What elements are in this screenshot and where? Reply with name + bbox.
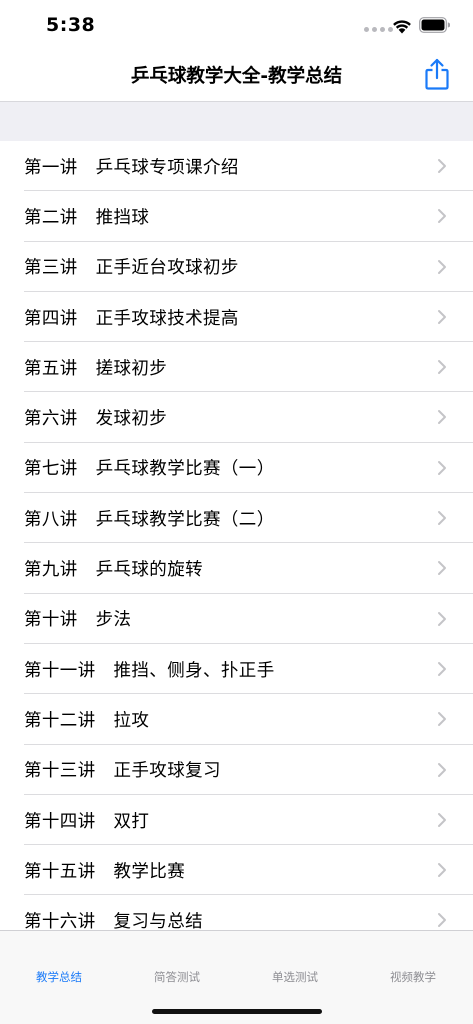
list-item-label: 第七讲 乒乓球教学比赛（一） [24,459,275,480]
chevron-right-icon [438,561,446,576]
chevron-right-icon [438,410,446,425]
chevron-right-icon [438,209,446,224]
list-item[interactable]: 第十五讲 教学比赛 [0,845,473,896]
list-item[interactable]: 第三讲 正手近台攻球初步 [0,242,473,293]
list-item-label: 第九讲 乒乓球的旋转 [24,560,203,581]
list-item-label: 第五讲 搓球初步 [24,358,168,379]
list-item[interactable]: 第十四讲 双打 [0,795,473,846]
list-item-label: 第十五讲 教学比赛 [24,861,186,882]
chevron-right-icon [438,360,446,375]
list-item-label: 第十讲 步法 [24,610,132,631]
wifi-icon [393,20,411,34]
list-item-label: 第三讲 正手近台攻球初步 [24,258,239,279]
list-item-label: 第一讲 乒乓球专项课介绍 [24,157,239,178]
share-icon[interactable] [423,56,451,92]
list-item-label: 第四讲 正手攻球技术提高 [24,308,239,329]
chevron-right-icon [438,762,446,777]
chevron-right-icon [438,159,446,173]
app-screen: 5:38 乒乓球教学大全-教学总结 第一讲 乒乓球专项课介绍 第二讲 推挡球第三讲… [0,0,473,1024]
list-item-label: 第十二讲 拉攻 [24,710,150,731]
chevron-right-icon [438,309,446,324]
status-bar: 5:38 [0,0,473,52]
list-item[interactable]: 第一讲 乒乓球专项课介绍 [0,141,473,192]
chevron-right-icon [438,611,446,626]
list-item-label: 第二讲 推挡球 [24,207,150,228]
list-item-label: 第十三讲 正手攻球复习 [24,761,221,782]
lesson-list: 第一讲 乒乓球专项课介绍 第二讲 推挡球第三讲 正手近台攻球初步 第四讲 正手攻球技… [0,141,473,930]
tab-summary[interactable]: 教学总结 [0,969,118,985]
list-item[interactable]: 第六讲 发球初步 [0,392,473,444]
chevron-right-icon [438,812,446,827]
list-item[interactable]: 第二讲 推挡球 [0,191,473,242]
list-item-label: 第八讲 乒乓球教学比赛（二） [24,509,275,530]
chevron-right-icon [438,913,446,928]
list-item[interactable]: 第十一讲 推挡、侧身、扑正手 [0,644,473,695]
list-item[interactable]: 第八讲 乒乓球教学比赛（二） [0,493,473,544]
list-item[interactable]: 第十六讲 复习与总结 [0,895,473,930]
list-item[interactable]: 第十讲 步法 [0,594,473,645]
navigation-bar: 乒乓球教学大全-教学总结 [0,52,473,102]
list-item[interactable]: 第九讲 乒乓球的旋转 [0,543,473,594]
section-header [0,101,473,141]
list-item-label: 第十四讲 双打 [24,811,150,832]
list-item[interactable]: 第四讲 正手攻球技术提高 [0,292,473,343]
cellular-signal-icon [364,27,393,32]
tab-short-answer-test[interactable]: 简答测试 [118,969,236,985]
list-item-label: 第六讲 发球初步 [24,409,168,430]
chevron-right-icon [438,511,446,526]
home-indicator [152,1009,322,1014]
tab-video-lessons[interactable]: 视频教学 [354,969,472,985]
list-item[interactable]: 第十三讲 正手攻球复习 [0,745,473,796]
chevron-right-icon [438,712,446,727]
status-time: 5:38 [46,14,96,36]
tab-single-choice-test[interactable]: 单选测试 [236,969,354,985]
list-item-label: 第十一讲 推挡、侧身、扑正手 [24,660,275,681]
chevron-right-icon [438,259,446,274]
page-title: 乒乓球教学大全-教学总结 [130,66,343,87]
list-item[interactable]: 第七讲 乒乓球教学比赛（一） [0,443,473,494]
chevron-right-icon [438,863,446,878]
chevron-right-icon [438,460,446,475]
battery-icon [419,17,450,33]
list-item-label: 第十六讲 复习与总结 [24,912,203,930]
list-item[interactable]: 第五讲 搓球初步 [0,342,473,393]
list-item[interactable]: 第十二讲 拉攻 [0,694,473,745]
chevron-right-icon [438,661,446,676]
